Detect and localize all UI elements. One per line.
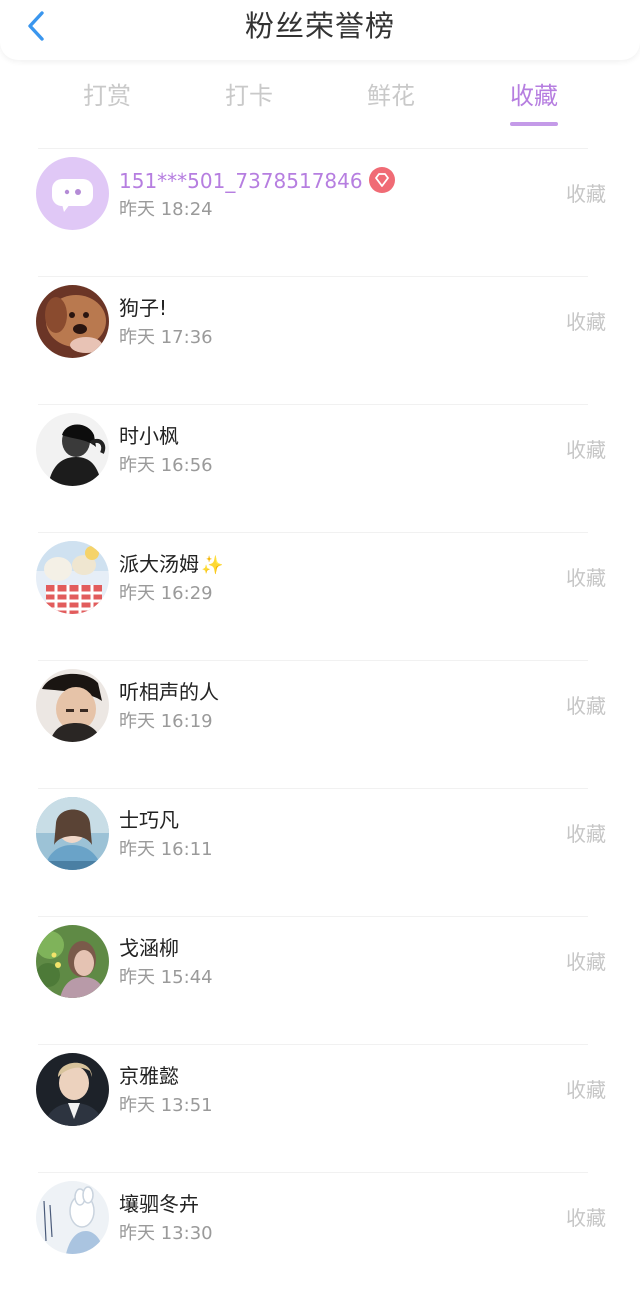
fan-name-text: 151***501_7378517846 (119, 169, 363, 193)
sparkle-icon: ✨ (201, 555, 224, 576)
list-item[interactable]: 戈涵柳 昨天 15:44 收藏 (0, 916, 640, 1044)
tab-checkin[interactable]: 打卡 (225, 76, 273, 116)
page-title: 粉丝荣誉榜 (244, 9, 395, 43)
avatar[interactable] (36, 157, 109, 230)
list-item[interactable]: 京雅懿 昨天 13:51 收藏 (0, 1044, 640, 1172)
list-item[interactable]: 士巧凡 昨天 16:11 收藏 (0, 788, 640, 916)
fan-time: 昨天 15:44 (119, 967, 213, 988)
girl-blue-avatar-image (36, 797, 109, 870)
bw-portrait-avatar-image (36, 413, 109, 486)
list-item[interactable]: 派大汤姆 ✨ 昨天 16:29 收藏 (0, 532, 640, 660)
favorite-label: 收藏 (566, 1078, 606, 1102)
fan-name: 狗子! (119, 296, 168, 320)
fan-name: 士巧凡 (119, 808, 179, 832)
fan-time: 昨天 13:51 (119, 1095, 213, 1116)
fan-time: 昨天 17:36 (119, 327, 213, 348)
favorite-label: 收藏 (566, 182, 606, 206)
favorite-label: 收藏 (566, 310, 606, 334)
divider (38, 1172, 588, 1173)
divider (38, 1044, 588, 1045)
fan-name: 听相声的人 (119, 680, 219, 704)
avatar[interactable] (36, 285, 109, 358)
avatar[interactable] (36, 925, 109, 998)
list-item[interactable]: 狗子! 昨天 17:36 收藏 (0, 276, 640, 404)
fan-name: 京雅懿 (119, 1064, 179, 1088)
avatar[interactable] (36, 541, 109, 614)
favorite-label: 收藏 (566, 566, 606, 590)
man-portrait-avatar-image (36, 669, 109, 742)
list-item[interactable]: 151***501_7378517846 昨天 18:24 收藏 (0, 148, 640, 276)
active-tab-indicator (510, 122, 558, 126)
divider (38, 148, 588, 149)
divider (38, 788, 588, 789)
picnic-avatar-image (36, 541, 109, 614)
fan-name: 壤驷冬卉 (119, 1192, 199, 1216)
fan-time: 昨天 18:24 (119, 199, 213, 220)
avatar[interactable] (36, 1181, 109, 1254)
tab-flowers[interactable]: 鲜花 (367, 76, 415, 116)
fan-name: 151***501_7378517846 (119, 167, 395, 199)
tab-favorites[interactable]: 收藏 (510, 76, 558, 116)
fan-name: 时小枫 (119, 424, 179, 448)
top-bar: 粉丝荣誉榜 (0, 0, 640, 60)
fan-time: 昨天 16:29 (119, 583, 213, 604)
divider (38, 404, 588, 405)
girl-garden-avatar-image (36, 925, 109, 998)
list-item[interactable]: 壤驷冬卉 昨天 13:30 收藏 (0, 1172, 640, 1300)
fan-time: 昨天 16:11 (119, 839, 213, 860)
divider (38, 916, 588, 917)
fan-name: 戈涵柳 (119, 936, 179, 960)
list-item[interactable]: 听相声的人 昨天 16:19 收藏 (0, 660, 640, 788)
fan-list: 151***501_7378517846 昨天 18:24 收藏 狗子! 昨天 … (0, 148, 640, 1300)
tab-reward[interactable]: 打赏 (83, 76, 131, 116)
chat-bubble-icon (36, 157, 109, 230)
fan-time: 昨天 13:30 (119, 1223, 213, 1244)
fan-time: 昨天 16:19 (119, 711, 213, 732)
list-item[interactable]: 时小枫 昨天 16:56 收藏 (0, 404, 640, 532)
illustration-avatar-image (36, 1181, 109, 1254)
favorite-label: 收藏 (566, 822, 606, 846)
avatar[interactable] (36, 669, 109, 742)
favorite-label: 收藏 (566, 694, 606, 718)
divider (38, 532, 588, 533)
avatar[interactable] (36, 1053, 109, 1126)
divider (38, 276, 588, 277)
dog-avatar-image (36, 285, 109, 358)
fan-name-text: 派大汤姆 (119, 552, 199, 576)
favorite-label: 收藏 (566, 950, 606, 974)
avatar[interactable] (36, 797, 109, 870)
man-suit-avatar-image (36, 1053, 109, 1126)
favorite-label: 收藏 (566, 438, 606, 462)
diamond-badge-icon (368, 167, 395, 199)
fan-time: 昨天 16:56 (119, 455, 213, 476)
divider (38, 660, 588, 661)
avatar[interactable] (36, 413, 109, 486)
favorite-label: 收藏 (566, 1206, 606, 1230)
fan-name: 派大汤姆 ✨ (119, 551, 223, 579)
